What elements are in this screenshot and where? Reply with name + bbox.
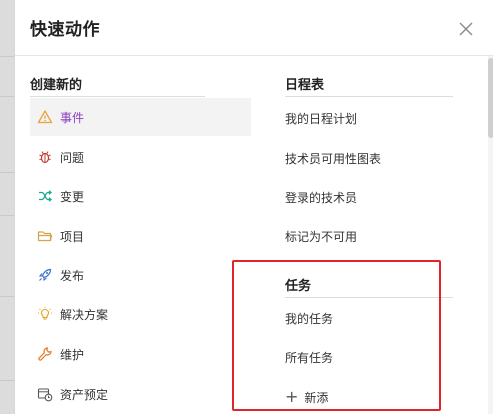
dialog-header: 快速动作: [15, 0, 493, 56]
close-icon[interactable]: [457, 20, 475, 38]
scrollbar-thumb[interactable]: [488, 58, 493, 138]
create-asset-reservation-item[interactable]: 资产预定: [30, 375, 251, 413]
create-project-item[interactable]: 项目: [30, 217, 251, 255]
create-problem-label: 问题: [60, 150, 85, 165]
create-maintenance-item[interactable]: 维护: [30, 335, 251, 373]
lightbulb-icon: [30, 295, 60, 333]
schedule-title: 日程表: [285, 78, 325, 93]
calendar-clock-icon: [30, 375, 60, 413]
create-incident-item[interactable]: 事件: [30, 98, 251, 136]
create-maintenance-label: 维护: [60, 347, 85, 362]
my-schedule-link[interactable]: 我的日程计划: [285, 101, 450, 135]
technician-availability-chart-link[interactable]: 技术员可用性图表: [285, 141, 450, 175]
create-change-item[interactable]: 变更: [30, 177, 251, 215]
create-asset-reservation-label: 资产预定: [60, 387, 109, 402]
create-solution-item[interactable]: 解决方案: [30, 295, 251, 333]
create-new-title: 创建新的: [30, 78, 83, 93]
my-tasks-link[interactable]: 我的任务: [285, 301, 450, 335]
shuffle-icon: [30, 177, 60, 215]
all-tasks-link[interactable]: 所有任务: [285, 340, 450, 374]
quick-actions-dialog: 快速动作 创建新的 事件 问题 变更 项目 发布 解决方案 维护 资产预定 日程…: [14, 0, 493, 414]
wrench-icon: [30, 335, 60, 373]
create-new-divider: [30, 96, 205, 97]
add-task-label: 新添: [304, 390, 329, 405]
tasks-divider: [285, 297, 453, 298]
create-change-label: 变更: [60, 189, 85, 204]
tasks-title: 任务: [285, 279, 312, 294]
create-problem-item[interactable]: 问题: [30, 138, 251, 176]
dialog-title: 快速动作: [30, 20, 100, 40]
schedule-divider: [285, 96, 453, 97]
create-release-label: 发布: [60, 268, 85, 283]
rocket-icon: [30, 256, 60, 294]
plus-icon: +: [285, 387, 299, 406]
mark-unavailable-link[interactable]: 标记为不可用: [285, 219, 450, 253]
create-solution-label: 解决方案: [60, 307, 109, 322]
backdrop: [0, 0, 14, 414]
logged-in-technicians-link[interactable]: 登录的技术员: [285, 180, 450, 214]
folder-icon: [30, 217, 60, 255]
create-incident-label: 事件: [60, 110, 85, 125]
create-release-item[interactable]: 发布: [30, 256, 251, 294]
bug-icon: [30, 138, 60, 176]
create-project-label: 项目: [60, 229, 85, 244]
add-task-button[interactable]: + 新添: [285, 380, 450, 414]
warning-triangle-icon: [30, 98, 60, 136]
